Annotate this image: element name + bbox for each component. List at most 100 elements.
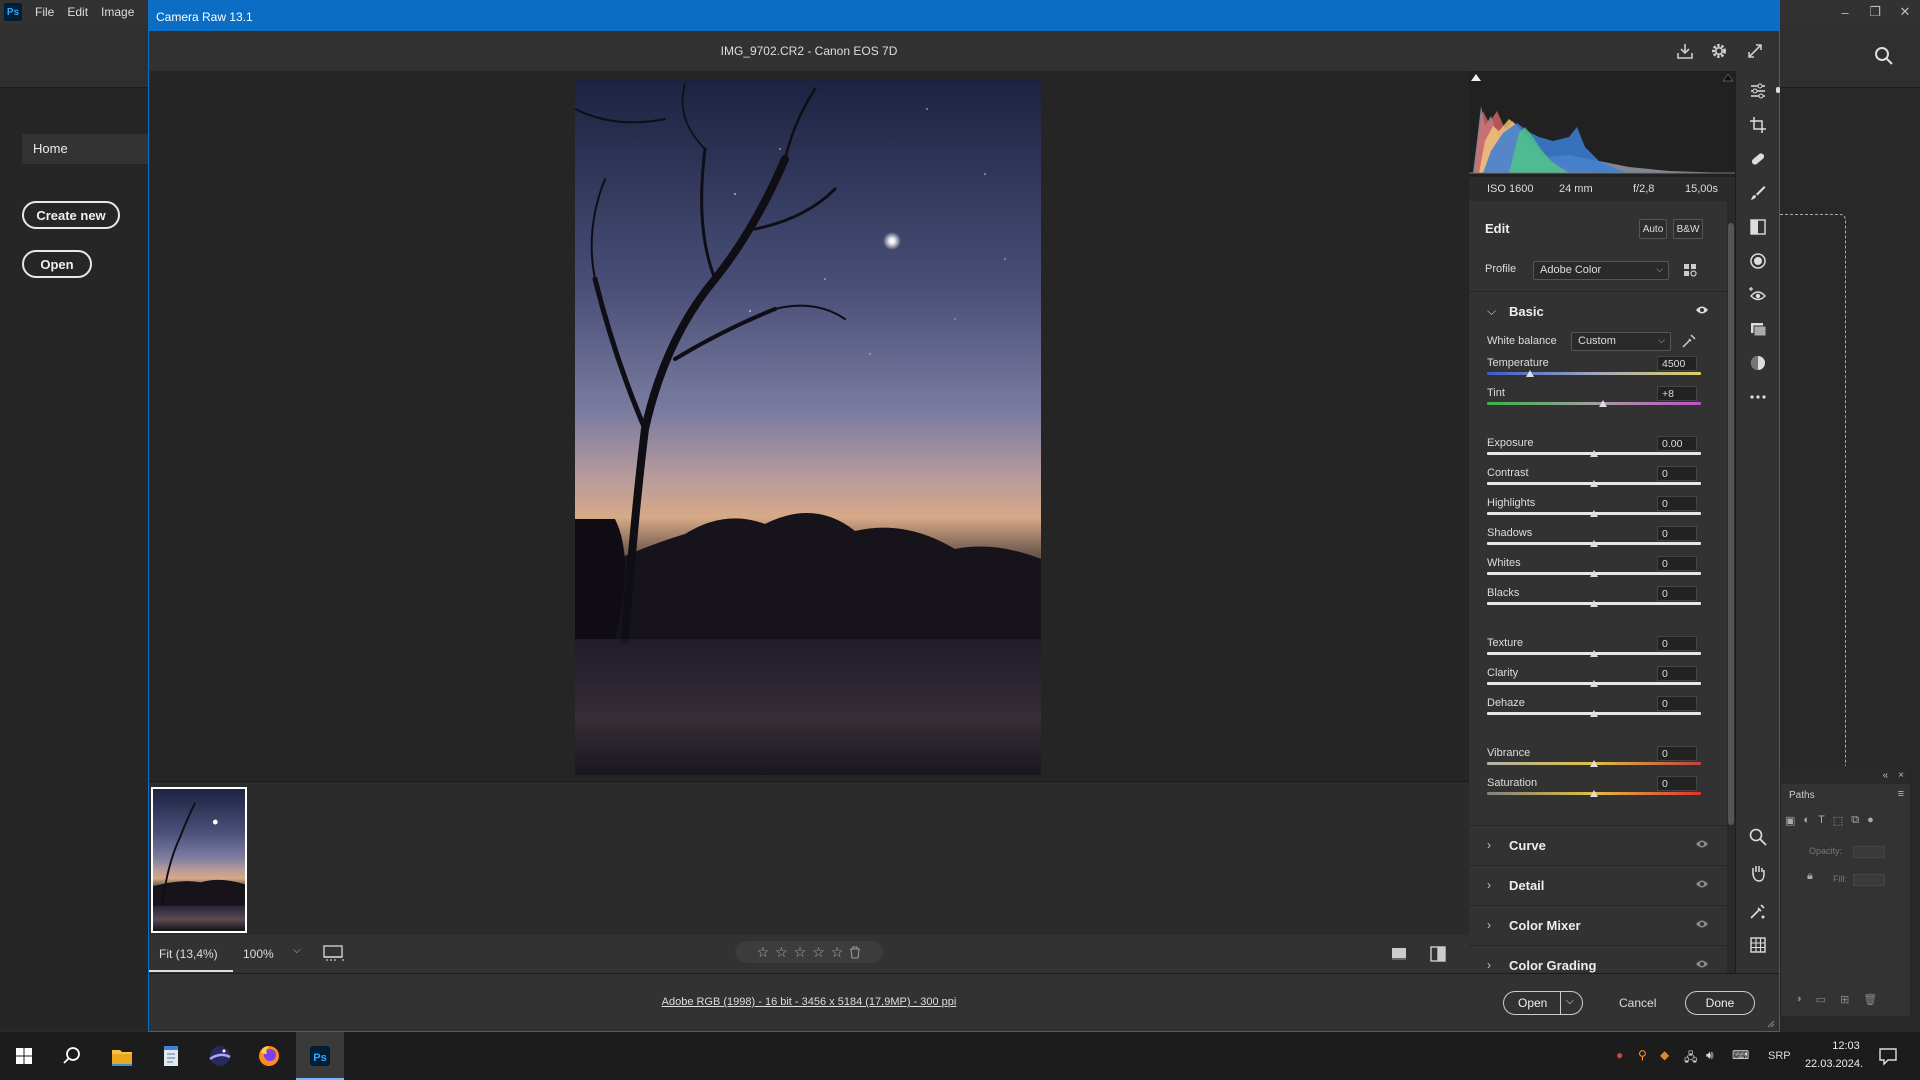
clarity-value[interactable]: 0 [1657,666,1697,681]
whites-value[interactable]: 0 [1657,556,1697,571]
windows-start-icon[interactable] [8,1040,40,1072]
panel-scrollbar[interactable] [1727,201,1735,973]
workflow-options-link[interactable]: Adobe RGB (1998) - 16 bit - 3456 x 5184 … [149,996,1469,1008]
edit-sliders-icon[interactable] [1748,81,1768,101]
create-new-button[interactable]: Create new [22,201,120,229]
gradient-icon[interactable] [1748,217,1768,237]
dehaze-slider-handle[interactable] [1590,710,1598,717]
eye-icon[interactable] [1695,879,1709,889]
profile-browser-icon[interactable] [1683,263,1697,277]
highlights-value[interactable]: 0 [1657,496,1697,511]
radial-filter-icon[interactable] [1748,251,1768,271]
opacity-field[interactable] [1853,846,1885,858]
section-color-mixer[interactable]: › Color Mixer [1469,905,1727,945]
app-tray-icon[interactable]: ◆ [1660,1048,1669,1062]
section-basic[interactable]: ⌵ Basic [1469,291,1727,331]
color-sampler-icon[interactable] [1748,901,1768,921]
menu-image[interactable]: Image [101,5,134,19]
keyboard-icon[interactable]: ⌨︎ [1732,1048,1749,1062]
antivirus-tray-icon[interactable]: ● [1616,1048,1623,1062]
photoshop-taskbar-icon[interactable]: Ps [304,1040,336,1072]
adjustment-layer-icon[interactable]: ◑ [1795,993,1802,1006]
star-icon[interactable]: ☆ [812,944,825,961]
clock-date[interactable]: 22.03.2024. [1800,1058,1868,1070]
saturation-slider-handle[interactable] [1590,790,1598,797]
crop-icon[interactable] [1748,115,1768,135]
exposure-slider-handle[interactable] [1590,450,1598,457]
zoom-icon[interactable] [1748,827,1768,847]
tint-value[interactable]: +8 [1657,386,1697,401]
eyedropper-icon[interactable] [1681,333,1697,349]
auto-button[interactable]: Auto [1639,219,1667,239]
eye-icon[interactable] [1695,959,1709,969]
section-color-grading[interactable]: › Color Grading [1469,945,1727,973]
gear-icon[interactable] [1709,41,1729,61]
panel-menu-icon[interactable]: ≡ [1898,788,1904,800]
close-icon[interactable]: ✕ [1890,0,1920,24]
highlights-slider-handle[interactable] [1590,510,1598,517]
hand-icon[interactable] [1748,863,1768,883]
highlight-clipping-icon[interactable] [1722,73,1734,82]
section-detail[interactable]: › Detail [1469,865,1727,905]
menu-file[interactable]: File [35,5,54,19]
texture-slider-handle[interactable] [1590,650,1598,657]
trash-icon[interactable] [849,945,861,959]
volume-icon[interactable]: 🔊︎ [1706,1048,1714,1063]
temperature-slider[interactable] [1487,372,1701,375]
minimize-icon[interactable]: – [1830,0,1860,24]
collapse-icon[interactable]: « [1883,770,1889,781]
search-icon[interactable] [56,1040,88,1072]
done-button[interactable]: Done [1685,991,1755,1015]
temperature-slider-handle[interactable] [1525,370,1534,377]
shape-filter-icon[interactable]: ⬚ [1833,814,1843,827]
scrollbar-thumb[interactable] [1728,223,1734,825]
star-icon[interactable]: ☆ [831,944,844,961]
fullscreen-icon[interactable] [1745,41,1765,61]
new-layer-icon[interactable]: ⊞ [1840,993,1849,1006]
language-indicator[interactable]: SRP [1768,1050,1791,1062]
single-view-icon[interactable] [1391,947,1407,961]
network-icon[interactable]: 🖧︎ [1684,1048,1697,1069]
smart-filter-icon[interactable]: ⧉ [1851,814,1859,827]
healing-icon[interactable] [1748,149,1768,169]
tint-slider[interactable] [1487,402,1701,405]
folder-icon[interactable]: ▭ [1816,993,1826,1006]
temperature-value[interactable]: 4500 [1657,356,1697,371]
snapshots-icon[interactable] [1748,319,1768,339]
adjustment-filter-icon[interactable]: ◐ [1803,814,1810,827]
blacks-value[interactable]: 0 [1657,586,1697,601]
photo-preview[interactable] [575,79,1041,775]
chevron-down-icon[interactable]: ⌵ [1566,996,1574,1007]
clarity-slider-handle[interactable] [1590,680,1598,687]
clock-time[interactable]: 12:03 [1816,1040,1876,1052]
notification-icon[interactable] [1878,1046,1898,1066]
save-image-icon[interactable] [1675,41,1695,61]
file-explorer-icon[interactable] [106,1040,138,1072]
lock-icon[interactable]: 🔒︎ [1807,870,1813,883]
star-icon[interactable]: ☆ [775,944,788,961]
cancel-button[interactable]: Cancel [1619,996,1656,1010]
type-filter-icon[interactable]: T [1818,814,1825,827]
dehaze-value[interactable]: 0 [1657,696,1697,711]
open-image-button[interactable]: Open ⌵ [1503,991,1583,1015]
fill-field[interactable] [1853,874,1885,886]
open-file-button[interactable]: Open [22,250,92,278]
shadows-slider-handle[interactable] [1590,540,1598,547]
restore-icon[interactable]: ❐ [1860,0,1890,24]
eye-icon[interactable] [1695,839,1709,849]
search-tray-icon[interactable]: ⚲ [1638,1048,1647,1062]
more-icon[interactable] [1748,387,1768,407]
chevron-down-icon[interactable]: ⌵ [293,945,301,956]
contrast-value[interactable]: 0 [1657,466,1697,481]
brush-icon[interactable] [1748,183,1768,203]
eye-icon[interactable] [1695,305,1709,315]
sidebar-item-home[interactable]: Home [22,134,148,164]
before-after-icon[interactable] [1429,945,1447,963]
resize-grip-icon[interactable] [1767,1020,1775,1028]
whites-slider-handle[interactable] [1590,570,1598,577]
tint-slider-handle[interactable] [1598,400,1607,407]
shadow-clipping-icon[interactable] [1471,74,1481,81]
firefox-icon[interactable] [253,1040,285,1072]
star-icon[interactable]: ☆ [794,944,807,961]
red-eye-icon[interactable] [1748,285,1768,305]
